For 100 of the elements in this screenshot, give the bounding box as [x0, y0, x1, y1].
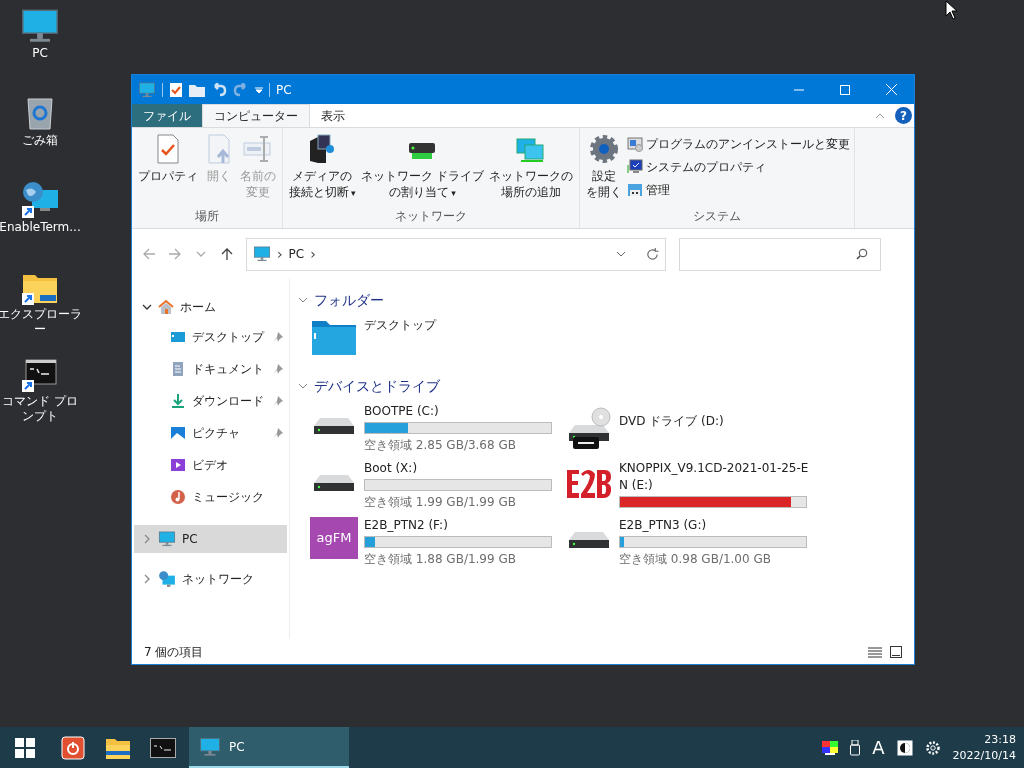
item-name: Boot (X:) [364, 460, 419, 477]
ribbon-button[interactable]: プロパティ [136, 133, 200, 207]
globe-monitor-icon[interactable] [20, 180, 60, 220]
section-header[interactable]: デバイスとドライブ [298, 375, 914, 397]
settings-icon[interactable] [924, 739, 941, 756]
ribbon-small-button[interactable]: システムのプロパティ [627, 157, 851, 176]
chevron-right-icon[interactable] [142, 534, 152, 544]
drive-tile[interactable]: E2B_PTN3 (G:) 空き領域 0.98 GB/1.00 GB [565, 517, 865, 568]
input-method-indicator[interactable]: A [872, 734, 885, 761]
management-icon [627, 181, 644, 198]
ribbon-tab[interactable]: ファイル [132, 104, 202, 127]
breadcrumb-separator[interactable]: › [277, 243, 283, 265]
search-icon [856, 248, 868, 260]
nav-item[interactable]: ドキュメント [132, 353, 289, 385]
details-view-icon[interactable] [868, 645, 882, 658]
monitor-check-icon [627, 158, 644, 175]
drive-tile[interactable]: DVD ドライブ (D:) [565, 403, 865, 454]
free-space-text: 空き領域 2.85 GB/3.68 GB [364, 437, 517, 454]
ribbon-button[interactable]: ネットワーク ドライブ の割り当て ▾ [358, 133, 487, 207]
taskbar-window[interactable]: PC [189, 727, 349, 768]
ribbon-button[interactable]: ネットワークの 場所の追加 [487, 133, 576, 207]
dropdown-icon[interactable] [255, 85, 263, 94]
desktop-icon-label: ごみ箱 [21, 133, 59, 148]
network-icon [158, 570, 176, 588]
house-icon [158, 299, 174, 315]
ribbon-group-label: システム [692, 208, 743, 225]
hard-drive-icon [312, 474, 356, 492]
nav-item[interactable]: ダウンロード [132, 385, 289, 417]
ribbon-tab[interactable]: 表示 [310, 104, 356, 127]
usb-drive-icon[interactable] [850, 739, 861, 756]
refresh-icon[interactable] [646, 247, 659, 261]
windows-logo-icon [15, 737, 35, 758]
pin-icon[interactable] [273, 332, 283, 342]
ribbon-group-label: ネットワーク [394, 208, 469, 225]
breadcrumb[interactable]: PC [288, 245, 305, 263]
pin-icon[interactable] [273, 428, 283, 438]
rename-field-icon [242, 133, 274, 165]
help-button[interactable]: ? [895, 107, 912, 124]
tiles-view-icon[interactable] [890, 645, 902, 658]
desktop-icon-label: EnableTerm... [0, 220, 82, 235]
picture-icon [170, 425, 186, 441]
ribbon-button[interactable]: 設定 を開く [584, 133, 625, 207]
free-space-text: 空き領域 1.88 GB/1.99 GB [364, 551, 517, 568]
nav-item[interactable]: ネットワーク [134, 565, 287, 593]
pin-icon[interactable] [273, 396, 283, 406]
ribbon-small-button[interactable]: 管理 [627, 180, 851, 199]
chevron-right-icon[interactable] [142, 574, 152, 584]
close-icon [885, 84, 897, 95]
undo-icon[interactable] [211, 82, 227, 97]
gear-icon [588, 133, 621, 165]
ribbon-small-button[interactable]: プログラムのアンインストールと変更 [627, 134, 851, 153]
item-name: BOOTPE (C:) [364, 403, 440, 420]
agfm-logo: agFM [310, 517, 358, 559]
up-arrow-icon[interactable] [220, 247, 234, 261]
forward-arrow-icon[interactable] [168, 247, 182, 261]
pc-icon [199, 735, 221, 758]
drive-tile[interactable]: Boot (X:) 空き領域 1.99 GB/1.99 GB [310, 460, 565, 511]
download-icon [170, 393, 186, 409]
drive-tile[interactable]: BOOTPE (C:) 空き領域 2.85 GB/3.68 GB [310, 403, 565, 454]
maximize-icon [840, 84, 850, 95]
clock-date[interactable]: 2022/10/14 [952, 747, 1016, 764]
mouse-pointer-icon [945, 0, 957, 20]
drive-tile[interactable]: agFM E2B_PTN2 (F:) 空き領域 1.88 GB/1.99 GB [310, 517, 565, 568]
nav-item[interactable]: ビデオ [132, 449, 289, 481]
pc-icon [253, 245, 271, 263]
search-field[interactable] [679, 237, 881, 271]
chevron-down-icon[interactable] [142, 302, 152, 312]
section-header[interactable]: フォルダー [298, 289, 914, 311]
ribbon-button[interactable]: メディアの 接続と切断 ▾ [287, 133, 358, 207]
status-text: 7 個の項目 [144, 643, 204, 661]
item-name: E2B_PTN2 (F:) [364, 517, 449, 534]
breadcrumb-separator[interactable]: › [310, 243, 316, 265]
back-arrow-icon[interactable] [142, 247, 156, 261]
ribbon-group-label: 場所 [194, 208, 220, 225]
pc-icon [158, 530, 176, 548]
item-name: KNOPPIX_V9.1CD-2021-01-25-EN (E:) [619, 460, 810, 494]
collapse-ribbon-icon[interactable] [875, 111, 885, 120]
nav-item[interactable]: PC [134, 525, 287, 553]
terminal-icon [149, 737, 176, 758]
clock-time[interactable]: 23:18 [984, 731, 1016, 748]
nav-item[interactable]: ミュージック [132, 481, 289, 513]
window-title: PC [276, 81, 292, 99]
drive-tile[interactable]: デスクトップ [310, 317, 565, 365]
desktop-icon-label: PC [31, 46, 49, 61]
checked-document-icon[interactable] [169, 81, 183, 98]
music-icon [170, 489, 186, 505]
chevron-down-icon[interactable] [616, 249, 626, 259]
drive-tile[interactable]: KNOPPIX_V9.1CD-2021-01-25-EN (E:) [565, 460, 865, 511]
ribbon-tab[interactable]: コンピューター [202, 104, 310, 127]
item-name: デスクトップ [364, 317, 438, 334]
pin-icon[interactable] [273, 364, 283, 374]
nav-item[interactable]: デスクトップ [132, 321, 289, 353]
hard-drive-icon [567, 531, 611, 549]
nav-item[interactable]: ホーム [134, 293, 287, 321]
color-display-icon[interactable] [822, 740, 839, 755]
video-icon [170, 457, 186, 473]
nav-item[interactable]: ピクチャ [132, 417, 289, 449]
half-circle-app-icon[interactable] [896, 739, 913, 756]
address-bar[interactable]: › PC › [246, 237, 666, 271]
desktop-icon-label: コマンド プロンプト [1, 394, 79, 424]
